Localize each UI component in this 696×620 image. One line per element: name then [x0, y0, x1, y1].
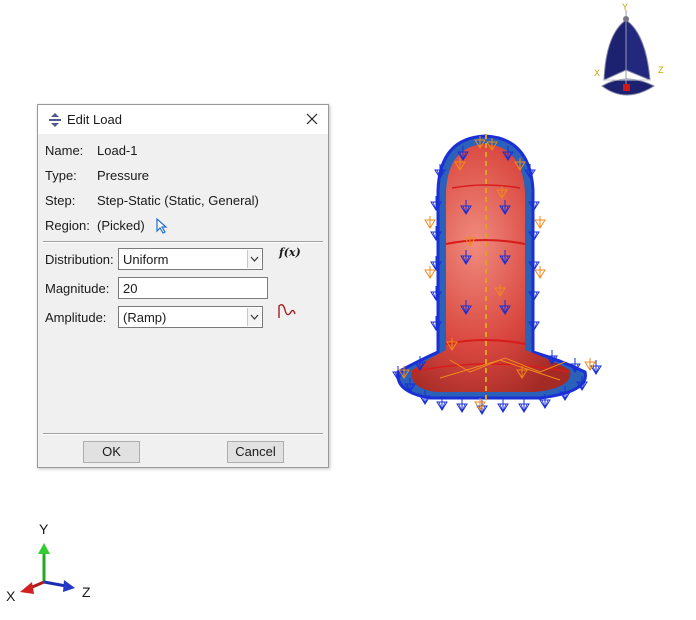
chevron-down-icon[interactable]: [247, 250, 261, 268]
amplitude-value: (Ramp): [123, 310, 167, 325]
separator-bottom: [43, 433, 323, 435]
triad-x-label: X: [6, 588, 16, 604]
separator-top: [43, 241, 323, 243]
axis-triad: [20, 543, 75, 594]
region-label: Region:: [45, 218, 90, 233]
view-cube-x-label: X: [594, 68, 601, 78]
cancel-button[interactable]: Cancel: [227, 441, 284, 463]
region-value: (Picked): [97, 218, 145, 233]
ok-button[interactable]: OK: [83, 441, 140, 463]
view-cube[interactable]: [601, 10, 656, 96]
amplitude-wave-icon[interactable]: [277, 302, 297, 320]
distribution-select[interactable]: Uniform: [118, 248, 263, 270]
amplitude-select[interactable]: (Ramp): [118, 306, 263, 328]
dialog-titlebar[interactable]: Edit Load: [38, 105, 328, 134]
name-label: Name:: [45, 143, 84, 158]
step-value: Step-Static (Static, General): [97, 193, 259, 208]
move-icon: [49, 113, 61, 127]
cursor-pick-icon[interactable]: [155, 218, 169, 234]
type-label: Type:: [45, 168, 77, 183]
bell-model: [396, 134, 587, 404]
amplitude-label: Amplitude:: [45, 310, 107, 325]
triad-z-label: Z: [82, 584, 91, 600]
distribution-value: Uniform: [123, 252, 169, 267]
magnitude-input[interactable]: [118, 277, 268, 299]
name-value: Load-1: [97, 143, 138, 158]
type-value: Pressure: [97, 168, 150, 183]
view-cube-z-label: Z: [658, 65, 664, 75]
dialog-title: Edit Load: [67, 112, 122, 127]
edit-load-dialog: Edit Load Name: Load-1 Type: Pressure St…: [37, 104, 329, 468]
step-label: Step:: [45, 193, 76, 208]
magnitude-label: Magnitude:: [45, 281, 110, 296]
triad-y-label: Y: [39, 521, 49, 537]
view-cube-y-label: Y: [622, 2, 629, 12]
fx-button[interactable]: f(x): [279, 246, 301, 259]
distribution-label: Distribution:: [45, 252, 114, 267]
chevron-down-icon[interactable]: [247, 308, 261, 326]
close-icon[interactable]: [302, 109, 322, 129]
